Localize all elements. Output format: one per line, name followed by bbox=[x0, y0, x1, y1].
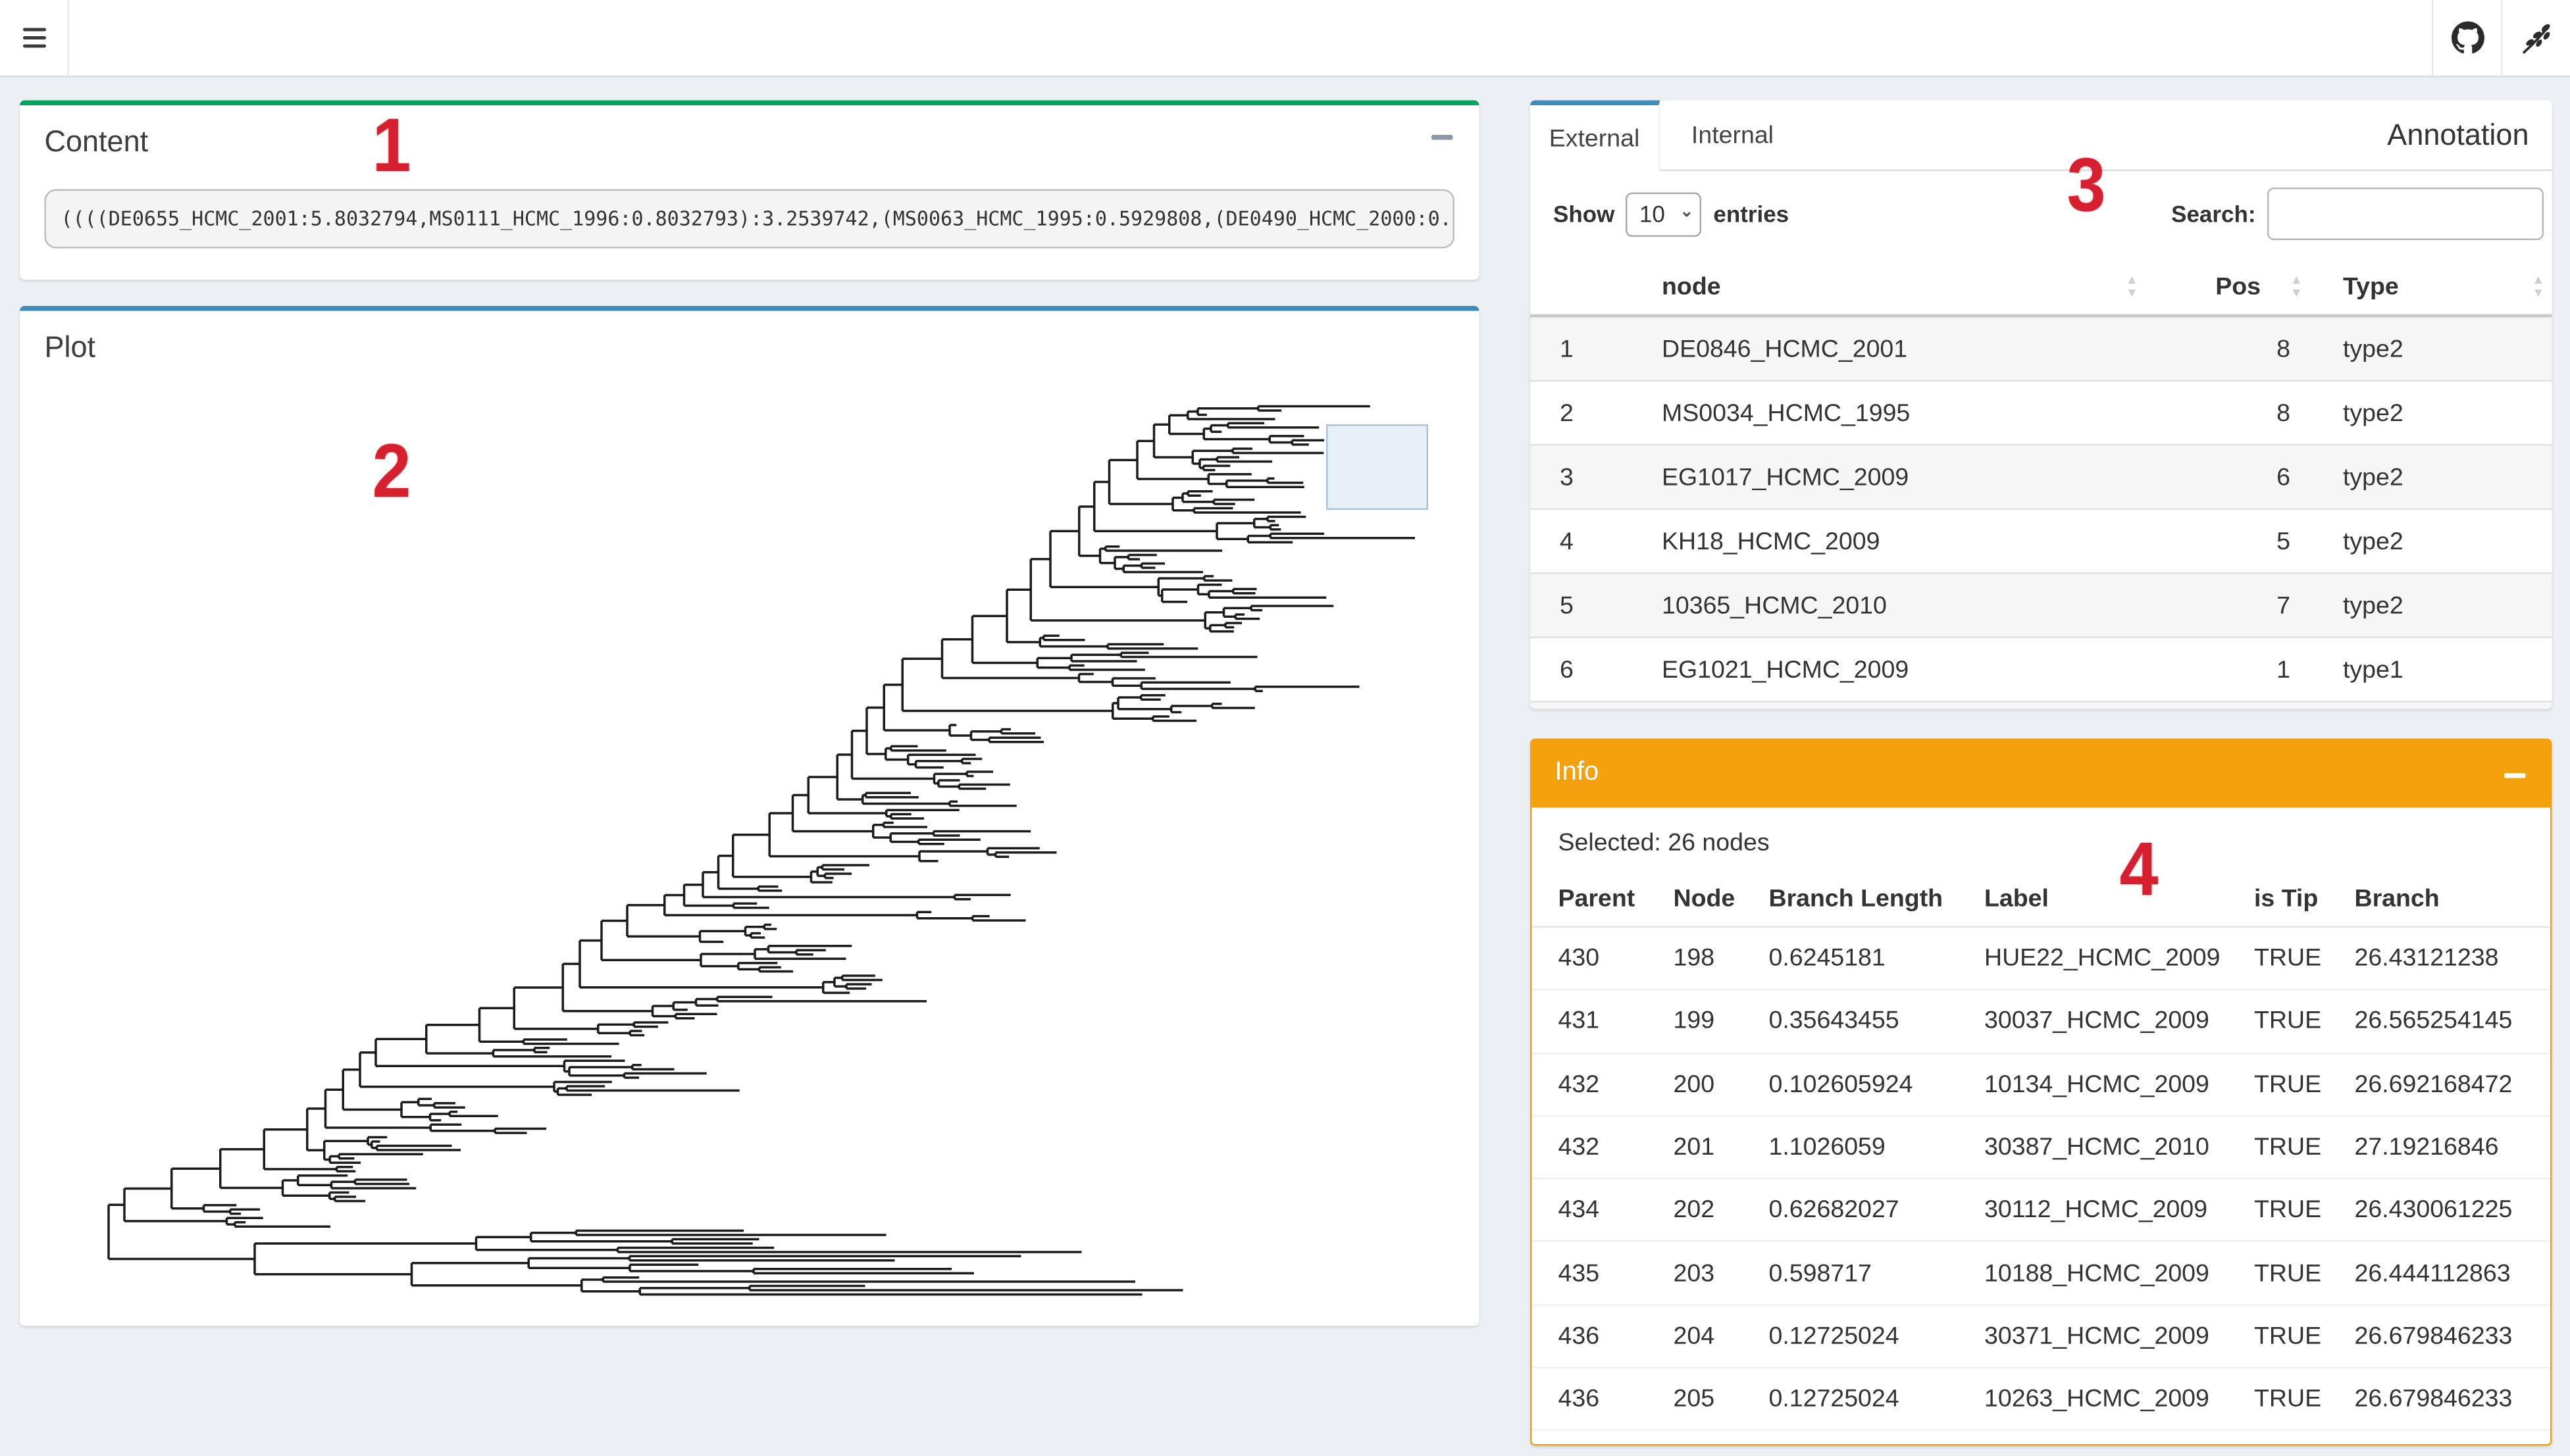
leaf-branch-icon bbox=[2519, 20, 2554, 55]
entries-label: entries bbox=[1713, 201, 1789, 227]
app-stage: Content ((((DE0655_HCMC_2001:5.8032794,M… bbox=[0, 0, 2570, 1456]
search-input[interactable] bbox=[2267, 188, 2544, 240]
hamburger-icon bbox=[22, 28, 45, 32]
info-table-row[interactable]: 436 205 0.12725024 10263_HCMC_2009 TRUE … bbox=[1532, 1368, 2551, 1432]
info-table-row[interactable]: 436 204 0.12725024 30371_HCMC_2009 TRUE … bbox=[1532, 1305, 2551, 1368]
annotation-table-row[interactable]: 5 10365_HCMC_2010 7 type2 bbox=[1530, 574, 2552, 639]
info-table-row[interactable]: 432 200 0.102605924 10134_HCMC_2009 TRUE… bbox=[1532, 1053, 2551, 1117]
column-header-node[interactable]: node ▴▾ bbox=[1635, 272, 2146, 301]
annotation-table-header: node ▴▾ Pos ▴▾ Type ▴▾ bbox=[1530, 259, 2552, 318]
annotation-table-row[interactable]: 1 DE0846_HCMC_2001 8 type2 bbox=[1530, 318, 2552, 382]
search-label: Search: bbox=[2171, 201, 2255, 227]
phylogenetic-tree-plot[interactable] bbox=[20, 311, 1479, 1321]
sort-icons: ▴▾ bbox=[2534, 274, 2542, 299]
info-table-row[interactable]: 435 203 0.598717 10188_HCMC_2009 TRUE 26… bbox=[1532, 1243, 2551, 1306]
info-table-row[interactable]: 434 202 0.62682027 30112_HCMC_2009 TRUE … bbox=[1532, 1180, 2551, 1243]
info-table-row[interactable]: 431 199 0.35643455 30037_HCMC_2009 TRUE … bbox=[1532, 991, 2551, 1054]
selection-rectangle bbox=[1326, 424, 1428, 510]
minus-icon bbox=[2504, 773, 2526, 777]
plot-panel: Plot bbox=[20, 306, 1479, 1326]
datatable-controls: Show 10 ⌄ entries Search: bbox=[1530, 188, 2552, 240]
overlay-number-3: 3 bbox=[2067, 140, 2106, 229]
annotation-panel: External Internal Annotation Show 10 ⌄ e… bbox=[1530, 101, 2552, 709]
info-panel-title: Info bbox=[1530, 739, 2552, 808]
brand-link[interactable] bbox=[2503, 0, 2570, 76]
tab-internal[interactable]: Internal bbox=[1660, 101, 1805, 170]
content-panel: Content ((((DE0655_HCMC_2001:5.8032794,M… bbox=[20, 101, 1479, 280]
annotation-table-row[interactable]: 6 EG1021_HCMC_2009 1 type1 bbox=[1530, 638, 2552, 703]
column-header-type[interactable]: Type ▴▾ bbox=[2310, 272, 2552, 301]
info-table-body: 430 198 0.6245181 HUE22_HCMC_2009 TRUE 2… bbox=[1532, 928, 2551, 1432]
content-collapse-button[interactable] bbox=[1428, 132, 1456, 142]
sidebar-toggle-button[interactable] bbox=[0, 0, 69, 76]
sort-icons: ▴▾ bbox=[2128, 274, 2136, 299]
info-table-row[interactable]: 430 198 0.6245181 HUE22_HCMC_2009 TRUE 2… bbox=[1532, 928, 2551, 991]
info-table-row[interactable]: 432 201 1.1026059 30387_HCMC_2010 TRUE 2… bbox=[1532, 1117, 2551, 1180]
newick-text-input[interactable]: ((((DE0655_HCMC_2001:5.8032794,MS0111_HC… bbox=[45, 189, 1455, 249]
annotation-table-row[interactable]: 4 KH18_HCMC_2009 5 type2 bbox=[1530, 510, 2552, 574]
info-panel-header: Info bbox=[1530, 739, 2552, 808]
tab-external[interactable]: External bbox=[1530, 101, 1660, 172]
overlay-number-1: 1 bbox=[373, 101, 411, 189]
top-navbar bbox=[0, 0, 2570, 78]
overlay-number-4: 4 bbox=[2120, 824, 2159, 913]
annotation-table-row[interactable]: 3 EG1017_HCMC_2009 6 type2 bbox=[1530, 446, 2552, 511]
github-icon bbox=[2451, 22, 2484, 55]
overlay-number-2: 2 bbox=[373, 426, 411, 515]
info-table-header: Parent Node Branch Length Label is Tip B… bbox=[1532, 870, 2551, 928]
info-collapse-button[interactable] bbox=[2501, 770, 2529, 780]
minus-icon bbox=[1431, 135, 1453, 139]
annotation-table-body: 1 DE0846_HCMC_2001 8 type2 2 MS0034_HCMC… bbox=[1530, 318, 2552, 703]
column-header-pos[interactable]: Pos ▴▾ bbox=[2146, 272, 2310, 301]
annotation-tab-bar: External Internal Annotation bbox=[1530, 101, 2552, 172]
annotation-table-row[interactable]: 2 MS0034_HCMC_1995 8 type2 bbox=[1530, 382, 2552, 446]
annotation-table-row-clipped bbox=[1530, 703, 2552, 709]
github-link[interactable] bbox=[2434, 0, 2502, 76]
page-length-select[interactable]: 10 bbox=[1626, 191, 1702, 236]
selected-count-text: Selected: 26 nodes bbox=[1532, 808, 2551, 857]
content-panel-title: Content bbox=[20, 105, 1479, 160]
show-label: Show bbox=[1553, 201, 1614, 227]
info-panel: Info Selected: 26 nodes Parent Node Bran… bbox=[1530, 739, 2552, 1446]
sort-icons: ▴▾ bbox=[2293, 274, 2300, 299]
annotation-title: Annotation bbox=[2387, 101, 2552, 170]
info-panel-body: Selected: 26 nodes Parent Node Branch Le… bbox=[1532, 808, 2551, 1445]
